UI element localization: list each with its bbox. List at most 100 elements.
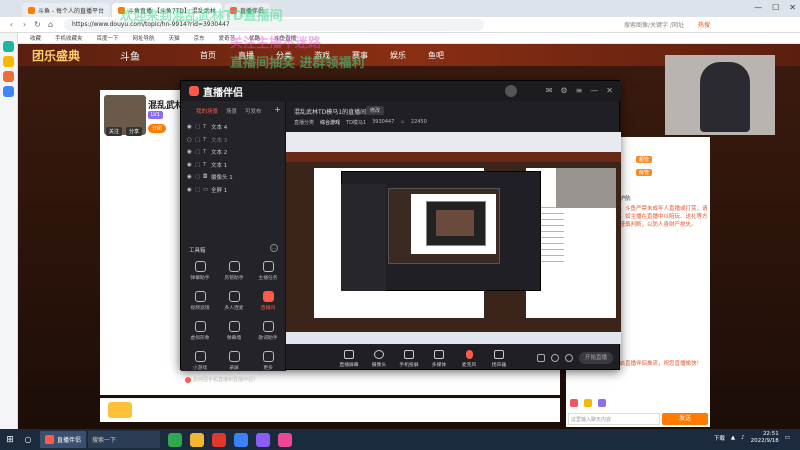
douyu-logo[interactable]: 斗鱼 xyxy=(120,48,140,63)
tool-danmu-assistant[interactable]: 弹幕助手 xyxy=(183,261,217,281)
notification-icon[interactable]: ▭ xyxy=(785,435,790,441)
close-icon[interactable]: ✕ xyxy=(606,86,613,95)
music-app-icon[interactable] xyxy=(278,432,293,447)
tool-danmu-wall[interactable]: 弹幕墙 xyxy=(217,321,251,341)
layer-item[interactable]: ◉ ▢ T 文本 2 xyxy=(181,146,285,159)
sidebar-app-icon[interactable] xyxy=(3,41,14,52)
tab-my-scenes[interactable]: 我的场景 xyxy=(196,107,218,115)
lock-icon[interactable]: ▢ xyxy=(195,162,203,168)
mail-icon[interactable]: ✉ xyxy=(546,86,553,95)
speaker-button[interactable]: 扬声器 xyxy=(484,349,514,368)
browser-tab[interactable]: 斗鱼 - 每个人的直播平台 xyxy=(22,3,110,17)
microphone-button[interactable]: 麦克风 xyxy=(454,349,484,368)
back-icon[interactable]: ‹ xyxy=(6,20,17,29)
tool-multi-link[interactable]: 多人连麦 xyxy=(217,291,251,311)
refresh-icon[interactable]: ↻ xyxy=(32,20,43,29)
tool-lyrics[interactable]: 歌词助手 xyxy=(251,321,285,341)
lock-icon[interactable]: ▢ xyxy=(195,187,203,193)
screen-capture-button[interactable]: 直播屏幕 xyxy=(334,349,364,368)
start-live-button[interactable]: 开始直播 xyxy=(579,352,613,364)
tab-scenes[interactable]: 场景 xyxy=(226,107,237,115)
home-icon[interactable]: ⌂ xyxy=(45,20,56,29)
tool-avatar[interactable]: 虚拟形象 xyxy=(183,321,217,341)
nav-item[interactable]: 首页 xyxy=(200,50,216,61)
bookmark-item[interactable]: 京东 xyxy=(194,34,205,42)
tool-anchor-task[interactable]: 主播任务 xyxy=(251,261,285,281)
tool-mini-game[interactable]: 小游戏 xyxy=(183,351,217,371)
bookmark-item[interactable]: 网址导航 xyxy=(133,34,155,42)
layer-item[interactable]: ◉ ▢ T 文本 4 xyxy=(181,121,285,134)
lock-icon[interactable]: ▢ xyxy=(195,124,203,130)
stream-preview[interactable] xyxy=(286,132,621,344)
clock[interactable]: 22:51 2022/9/18 xyxy=(751,431,779,445)
sidebar-game-icon[interactable] xyxy=(3,71,14,82)
game-app-icon[interactable] xyxy=(256,432,271,447)
volume-icon[interactable]: ♪ xyxy=(741,435,745,441)
subscribe-button[interactable]: 订阅 xyxy=(148,124,167,133)
mobile-tip-link[interactable]: 如何把手机直播到直播伴侣？ xyxy=(185,376,258,383)
minimize-icon[interactable]: — xyxy=(590,86,598,95)
edit-room-button[interactable]: 修改 xyxy=(366,106,385,115)
eye-icon[interactable]: ◉ xyxy=(187,174,195,180)
bookmark-item[interactable]: 天猫 xyxy=(169,34,180,42)
lock-icon[interactable]: ▢ xyxy=(195,137,203,143)
follow-button[interactable]: 关注 xyxy=(106,127,123,136)
layer-item[interactable]: ○ ▢ T 文本 3 xyxy=(181,134,285,147)
bookmark-item[interactable]: 收藏 xyxy=(30,34,41,42)
eye-off-icon[interactable]: ○ xyxy=(187,137,195,143)
taskbar-search-icon[interactable]: ○ xyxy=(20,435,36,444)
chat-app-icon[interactable] xyxy=(234,432,249,447)
record-small-icon[interactable] xyxy=(537,354,545,362)
network-icon[interactable]: ▲ xyxy=(731,435,735,441)
avatar[interactable] xyxy=(505,85,517,97)
maximize-icon[interactable]: ☐ xyxy=(772,3,779,12)
windows-start-icon[interactable]: ⊞ xyxy=(0,435,20,445)
layer-item[interactable]: ◉ ▢ ◘ 摄像头 1 xyxy=(181,171,285,184)
more-tools-icon[interactable]: … xyxy=(270,244,278,252)
minimize-icon[interactable]: — xyxy=(754,3,762,12)
eye-icon[interactable]: ◉ xyxy=(187,149,195,155)
settings-small-icon[interactable] xyxy=(565,354,573,362)
lock-icon[interactable]: ▢ xyxy=(195,174,203,180)
hot-search-link[interactable]: 热搜 xyxy=(698,20,710,29)
red-app-icon[interactable] xyxy=(212,432,227,447)
tool-live-room[interactable]: 直播间 xyxy=(251,291,285,311)
tool-video-filter[interactable]: 视频滤镜 xyxy=(183,291,217,311)
bookmark-item[interactable]: 手机收藏夹 xyxy=(55,34,83,42)
category-value[interactable]: 综合游戏 xyxy=(320,119,340,126)
layer-item[interactable]: ◉ ▢ ▭ 全屏 1 xyxy=(181,184,285,197)
tray-download-label[interactable]: 下载 xyxy=(714,434,725,442)
add-scene-icon[interactable]: + xyxy=(274,105,281,114)
tool-more[interactable]: 更多 xyxy=(251,351,285,371)
tab-publish[interactable]: 可发布 xyxy=(245,107,262,115)
chat-input[interactable]: 这里输入聊天内容 xyxy=(568,413,660,425)
browser-search-input[interactable]: 搜索图像/关键字 /网址 xyxy=(624,20,694,29)
camera-button[interactable]: 摄像头 xyxy=(364,349,394,368)
send-button[interactable]: 发送 xyxy=(662,413,708,425)
media-button[interactable]: 多媒体 xyxy=(424,349,454,368)
eye-icon[interactable]: ◉ xyxy=(187,187,195,193)
gift-small-icon[interactable] xyxy=(584,399,592,407)
tool-record[interactable]: 录屏 xyxy=(217,351,251,371)
nav-item[interactable]: 娱乐 xyxy=(390,50,406,61)
eye-icon[interactable]: ◉ xyxy=(187,124,195,130)
forward-icon[interactable]: › xyxy=(19,20,30,29)
gift-icon[interactable] xyxy=(108,402,132,418)
sidebar-mail-icon[interactable] xyxy=(3,86,14,97)
tool-room-admin[interactable]: 房管助手 xyxy=(217,261,251,281)
bookmark-item[interactable]: 百度一下 xyxy=(97,34,119,42)
share-button[interactable]: 分享 xyxy=(126,127,143,136)
eye-icon[interactable]: ◉ xyxy=(187,162,195,168)
taskbar-search-input[interactable]: 搜索一下 xyxy=(88,431,161,448)
fan-icon[interactable] xyxy=(598,399,606,407)
taskbar-app-companion[interactable]: 直播伴侣 xyxy=(40,431,87,448)
eye-small-icon[interactable] xyxy=(551,354,559,362)
settings-icon[interactable]: ⚙ xyxy=(560,86,567,95)
nav-item[interactable]: 鱼吧 xyxy=(428,50,444,61)
folder-app-icon[interactable] xyxy=(190,432,205,447)
layer-item[interactable]: ◉ ▢ T 文本 1 xyxy=(181,159,285,172)
close-icon[interactable]: ✕ xyxy=(789,3,796,12)
emoji-icon[interactable] xyxy=(570,399,578,407)
menu-icon[interactable]: ≡ xyxy=(576,86,583,95)
sidebar-star-icon[interactable] xyxy=(3,56,14,67)
